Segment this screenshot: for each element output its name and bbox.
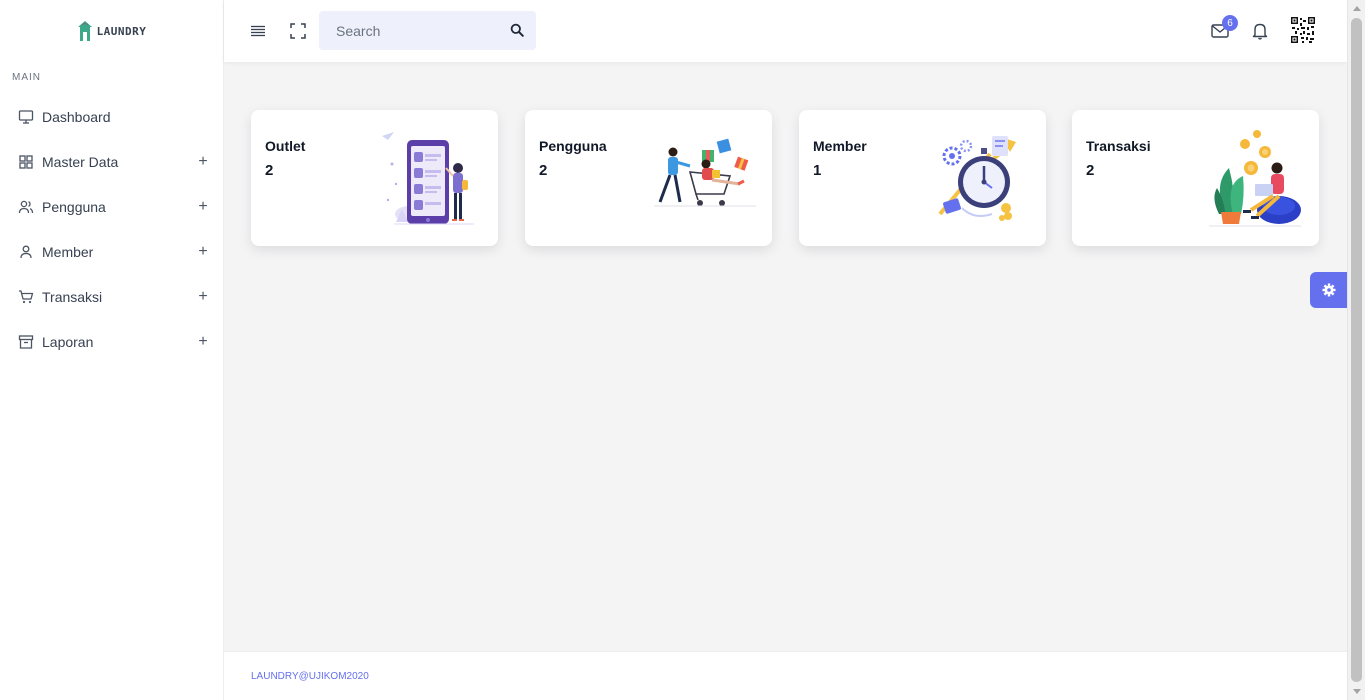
sidebar-item-label: Laporan (42, 333, 94, 350)
shopping-illustration-icon (654, 138, 756, 207)
scrollbar-thumb[interactable] (1351, 18, 1362, 682)
sidebar-item-pengguna[interactable]: Pengguna + (0, 184, 223, 229)
footer-copyright: LAUNDRY@UJIKOM2020 (251, 671, 369, 682)
stopwatch-illustration-icon (938, 136, 1016, 221)
theme-settings-button[interactable] (1310, 272, 1347, 308)
top-header: 6 (224, 0, 1347, 62)
card-title: Transaksi (1086, 138, 1151, 154)
vertical-scrollbar[interactable] (1347, 0, 1365, 700)
card-value: 2 (539, 162, 548, 179)
sidebar-item-label: Member (42, 243, 94, 260)
menu-toggle-button[interactable] (248, 21, 268, 41)
grid-icon (17, 153, 35, 171)
sidebar-item-master-data[interactable]: Master Data + (0, 139, 223, 184)
expand-plus-icon[interactable]: + (197, 333, 209, 351)
bell-icon (1252, 23, 1268, 40)
sidebar-item-label: Pengguna (42, 198, 106, 215)
brand-logo[interactable]: LAUNDRY (0, 0, 223, 62)
user-avatar[interactable] (1290, 16, 1316, 44)
card-title: Pengguna (539, 138, 607, 154)
messages-button[interactable]: 6 (1210, 15, 1238, 41)
scroll-up-arrow-icon[interactable] (1353, 6, 1361, 11)
archive-icon (17, 333, 35, 351)
card-title: Outlet (265, 138, 306, 154)
scroll-down-arrow-icon[interactable] (1353, 689, 1361, 694)
qr-avatar-icon (1290, 16, 1316, 44)
laundry-logo-icon (77, 21, 92, 41)
stat-card-outlet[interactable]: Outlet 2 (251, 110, 498, 246)
gear-icon (1322, 283, 1335, 297)
sidebar-item-dashboard[interactable]: Dashboard (0, 94, 223, 139)
stat-card-member[interactable]: Member 1 (799, 110, 1046, 246)
sidebar-section-label: MAIN (12, 72, 41, 83)
monitor-icon (17, 108, 35, 126)
expand-plus-icon[interactable]: + (197, 153, 209, 171)
stat-card-transaksi[interactable]: Transaksi 2 (1072, 110, 1319, 246)
phone-illustration-icon (382, 132, 474, 225)
coins-illustration-icon (1209, 130, 1301, 227)
notifications-button[interactable] (1250, 21, 1270, 41)
expand-plus-icon[interactable]: + (197, 288, 209, 306)
expand-plus-icon[interactable]: + (197, 198, 209, 216)
fullscreen-icon (290, 23, 306, 39)
fullscreen-button[interactable] (288, 21, 308, 41)
sidebar-item-transaksi[interactable]: Transaksi + (0, 274, 223, 319)
page-footer: LAUNDRY@UJIKOM2020 (224, 651, 1347, 700)
sidebar-item-member[interactable]: Member + (0, 229, 223, 274)
card-value: 2 (1086, 162, 1095, 179)
search-box (319, 11, 536, 50)
sidebar-item-laporan[interactable]: Laporan + (0, 319, 223, 364)
sidebar: LAUNDRY MAIN Dashboard Master Data + Pen… (0, 0, 224, 700)
brand-name: LAUNDRY (96, 24, 147, 38)
card-value: 1 (813, 162, 822, 179)
mail-badge: 6 (1222, 15, 1238, 31)
search-input[interactable] (319, 22, 499, 39)
user-icon (17, 243, 35, 261)
sidebar-item-label: Master Data (42, 153, 119, 170)
card-title: Member (813, 138, 867, 154)
expand-plus-icon[interactable]: + (197, 243, 209, 261)
search-icon[interactable] (510, 23, 524, 37)
stat-card-pengguna[interactable]: Pengguna 2 (525, 110, 772, 246)
users-icon (17, 198, 35, 216)
cart-icon (17, 288, 35, 306)
hamburger-icon (251, 25, 265, 37)
sidebar-item-label: Transaksi (42, 288, 103, 305)
sidebar-item-label: Dashboard (42, 108, 111, 125)
card-value: 2 (265, 162, 274, 179)
